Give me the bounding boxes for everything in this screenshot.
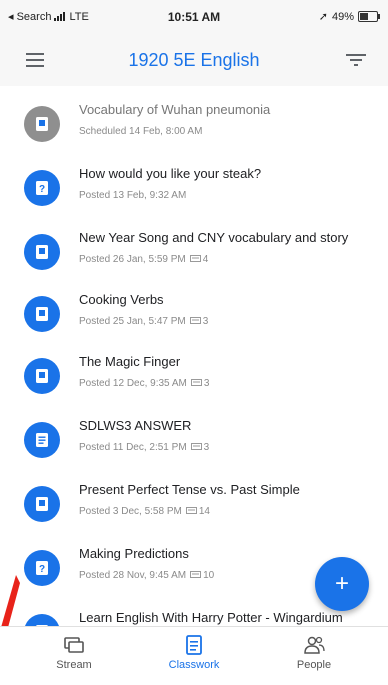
item-date: Posted 25 Jan, 5:47 PM [79, 316, 186, 327]
item-date: Posted 13 Feb, 9:32 AM [79, 190, 187, 201]
tab-stream[interactable]: Stream [14, 635, 134, 671]
assignment-icon [24, 422, 60, 458]
item-meta: Posted 13 Feb, 9:32 AM [79, 190, 186, 201]
comment-count: 3 [189, 316, 209, 327]
item-meta: Posted 3 Dec, 5:58 PM 14 [79, 506, 210, 517]
item-date: Scheduled 14 Feb, 8:00 AM [79, 126, 203, 137]
item-title: Learn English With Harry Potter - Wingar… [79, 610, 343, 625]
item-title: Making Predictions [79, 546, 189, 561]
location-icon: ➚ [318, 11, 328, 23]
material-icon [24, 106, 60, 142]
app-bar: 1920 5E English [0, 34, 388, 86]
comment-count-value: 3 [203, 378, 210, 389]
svg-text:?: ? [39, 184, 45, 195]
comment-count: 10 [190, 570, 214, 581]
comment-icon [190, 571, 202, 578]
tab-people-label: People [296, 659, 332, 671]
list-item[interactable]: Cooking Verbs Posted 25 Jan, 5:47 PM 3 [0, 286, 388, 350]
status-bar: ◂ Search LTE 10:51 AM ➚ 49% [0, 0, 388, 34]
item-title: The Magic Finger [79, 354, 181, 369]
add-button[interactable]: + [315, 557, 369, 611]
classwork-list: Vocabulary of Wuhan pneumonia Scheduled 1… [0, 86, 388, 626]
item-date: Posted 12 Dec, 9:35 AM [79, 378, 187, 389]
item-title: How would you like your steak? [79, 166, 262, 181]
comment-icon [185, 507, 197, 514]
material-icon [24, 358, 60, 394]
comment-icon [190, 379, 202, 386]
question-icon: ? [24, 170, 60, 206]
list-item[interactable]: SDLWS3 ANSWER Posted 11 Dec, 2:51 PM 3 [0, 412, 388, 476]
comment-count-value: 3 [202, 316, 209, 327]
comment-count-value: 3 [203, 442, 210, 453]
item-date: Posted 11 Dec, 2:51 PM [79, 442, 187, 453]
material-icon [24, 614, 60, 626]
item-title: Vocabulary of Wuhan pneumonia [79, 102, 271, 117]
stream-icon [64, 637, 84, 653]
list-item[interactable]: Present Perfect Tense vs. Past Simple Pos… [0, 476, 388, 540]
item-meta: Posted 11 Dec, 2:51 PM 3 [79, 442, 209, 453]
comment-icon [189, 317, 201, 324]
item-title: Present Perfect Tense vs. Past Simple [79, 482, 300, 497]
status-right: ➚ 49% [318, 10, 380, 23]
tab-people[interactable]: People [254, 635, 374, 671]
list-item[interactable]: ? How would you like your steak? Posted 13… [0, 160, 388, 224]
question-icon: ? [24, 550, 60, 586]
comment-count: 14 [185, 506, 210, 517]
tab-classwork[interactable]: Classwork [134, 635, 254, 671]
comment-count-value: 14 [198, 506, 210, 517]
svg-text:?: ? [39, 564, 45, 575]
item-title: New Year Song and CNY vocabulary and sto… [79, 230, 349, 245]
item-title: Cooking Verbs [79, 292, 164, 307]
tab-stream-label: Stream [56, 659, 92, 671]
filter-icon[interactable] [346, 52, 366, 68]
comment-count: 3 [190, 442, 210, 453]
comment-count-value: 4 [202, 254, 209, 265]
people-icon [304, 636, 325, 654]
bottom-nav: Stream Classwork People [0, 626, 388, 685]
item-date: Posted 3 Dec, 5:58 PM [79, 506, 182, 517]
item-date: Posted 28 Nov, 9:45 AM [79, 570, 187, 581]
class-title: 1920 5E English [128, 50, 260, 70]
material-icon [24, 296, 60, 332]
comment-icon [189, 255, 201, 262]
item-meta: Scheduled 14 Feb, 8:00 AM [79, 126, 202, 137]
item-date: Posted 26 Jan, 5:59 PM [79, 254, 186, 265]
tab-classwork-label: Classwork [168, 659, 220, 671]
item-meta: Posted 26 Jan, 5:59 PM 4 [79, 254, 208, 265]
material-icon [24, 234, 60, 270]
item-meta: Posted 28 Nov, 9:45 AM 10 [79, 570, 214, 581]
material-icon [24, 486, 60, 522]
item-meta: Posted 25 Jan, 5:47 PM 3 [79, 316, 208, 327]
battery-icon [358, 11, 380, 22]
item-meta: Posted 12 Dec, 9:35 AM 3 [79, 378, 209, 389]
item-title: SDLWS3 ANSWER [79, 418, 192, 433]
comment-count: 3 [190, 378, 210, 389]
comment-icon [190, 443, 202, 450]
comment-count-value: 10 [203, 570, 215, 581]
classwork-icon [186, 635, 202, 655]
list-item[interactable]: Vocabulary of Wuhan pneumonia Scheduled 1… [0, 96, 388, 160]
list-item[interactable]: New Year Song and CNY vocabulary and sto… [0, 224, 388, 288]
comment-count: 4 [189, 254, 209, 265]
list-item[interactable]: The Magic Finger Posted 12 Dec, 9:35 AM 3 [0, 348, 388, 412]
battery-percent: 49% [331, 10, 354, 23]
